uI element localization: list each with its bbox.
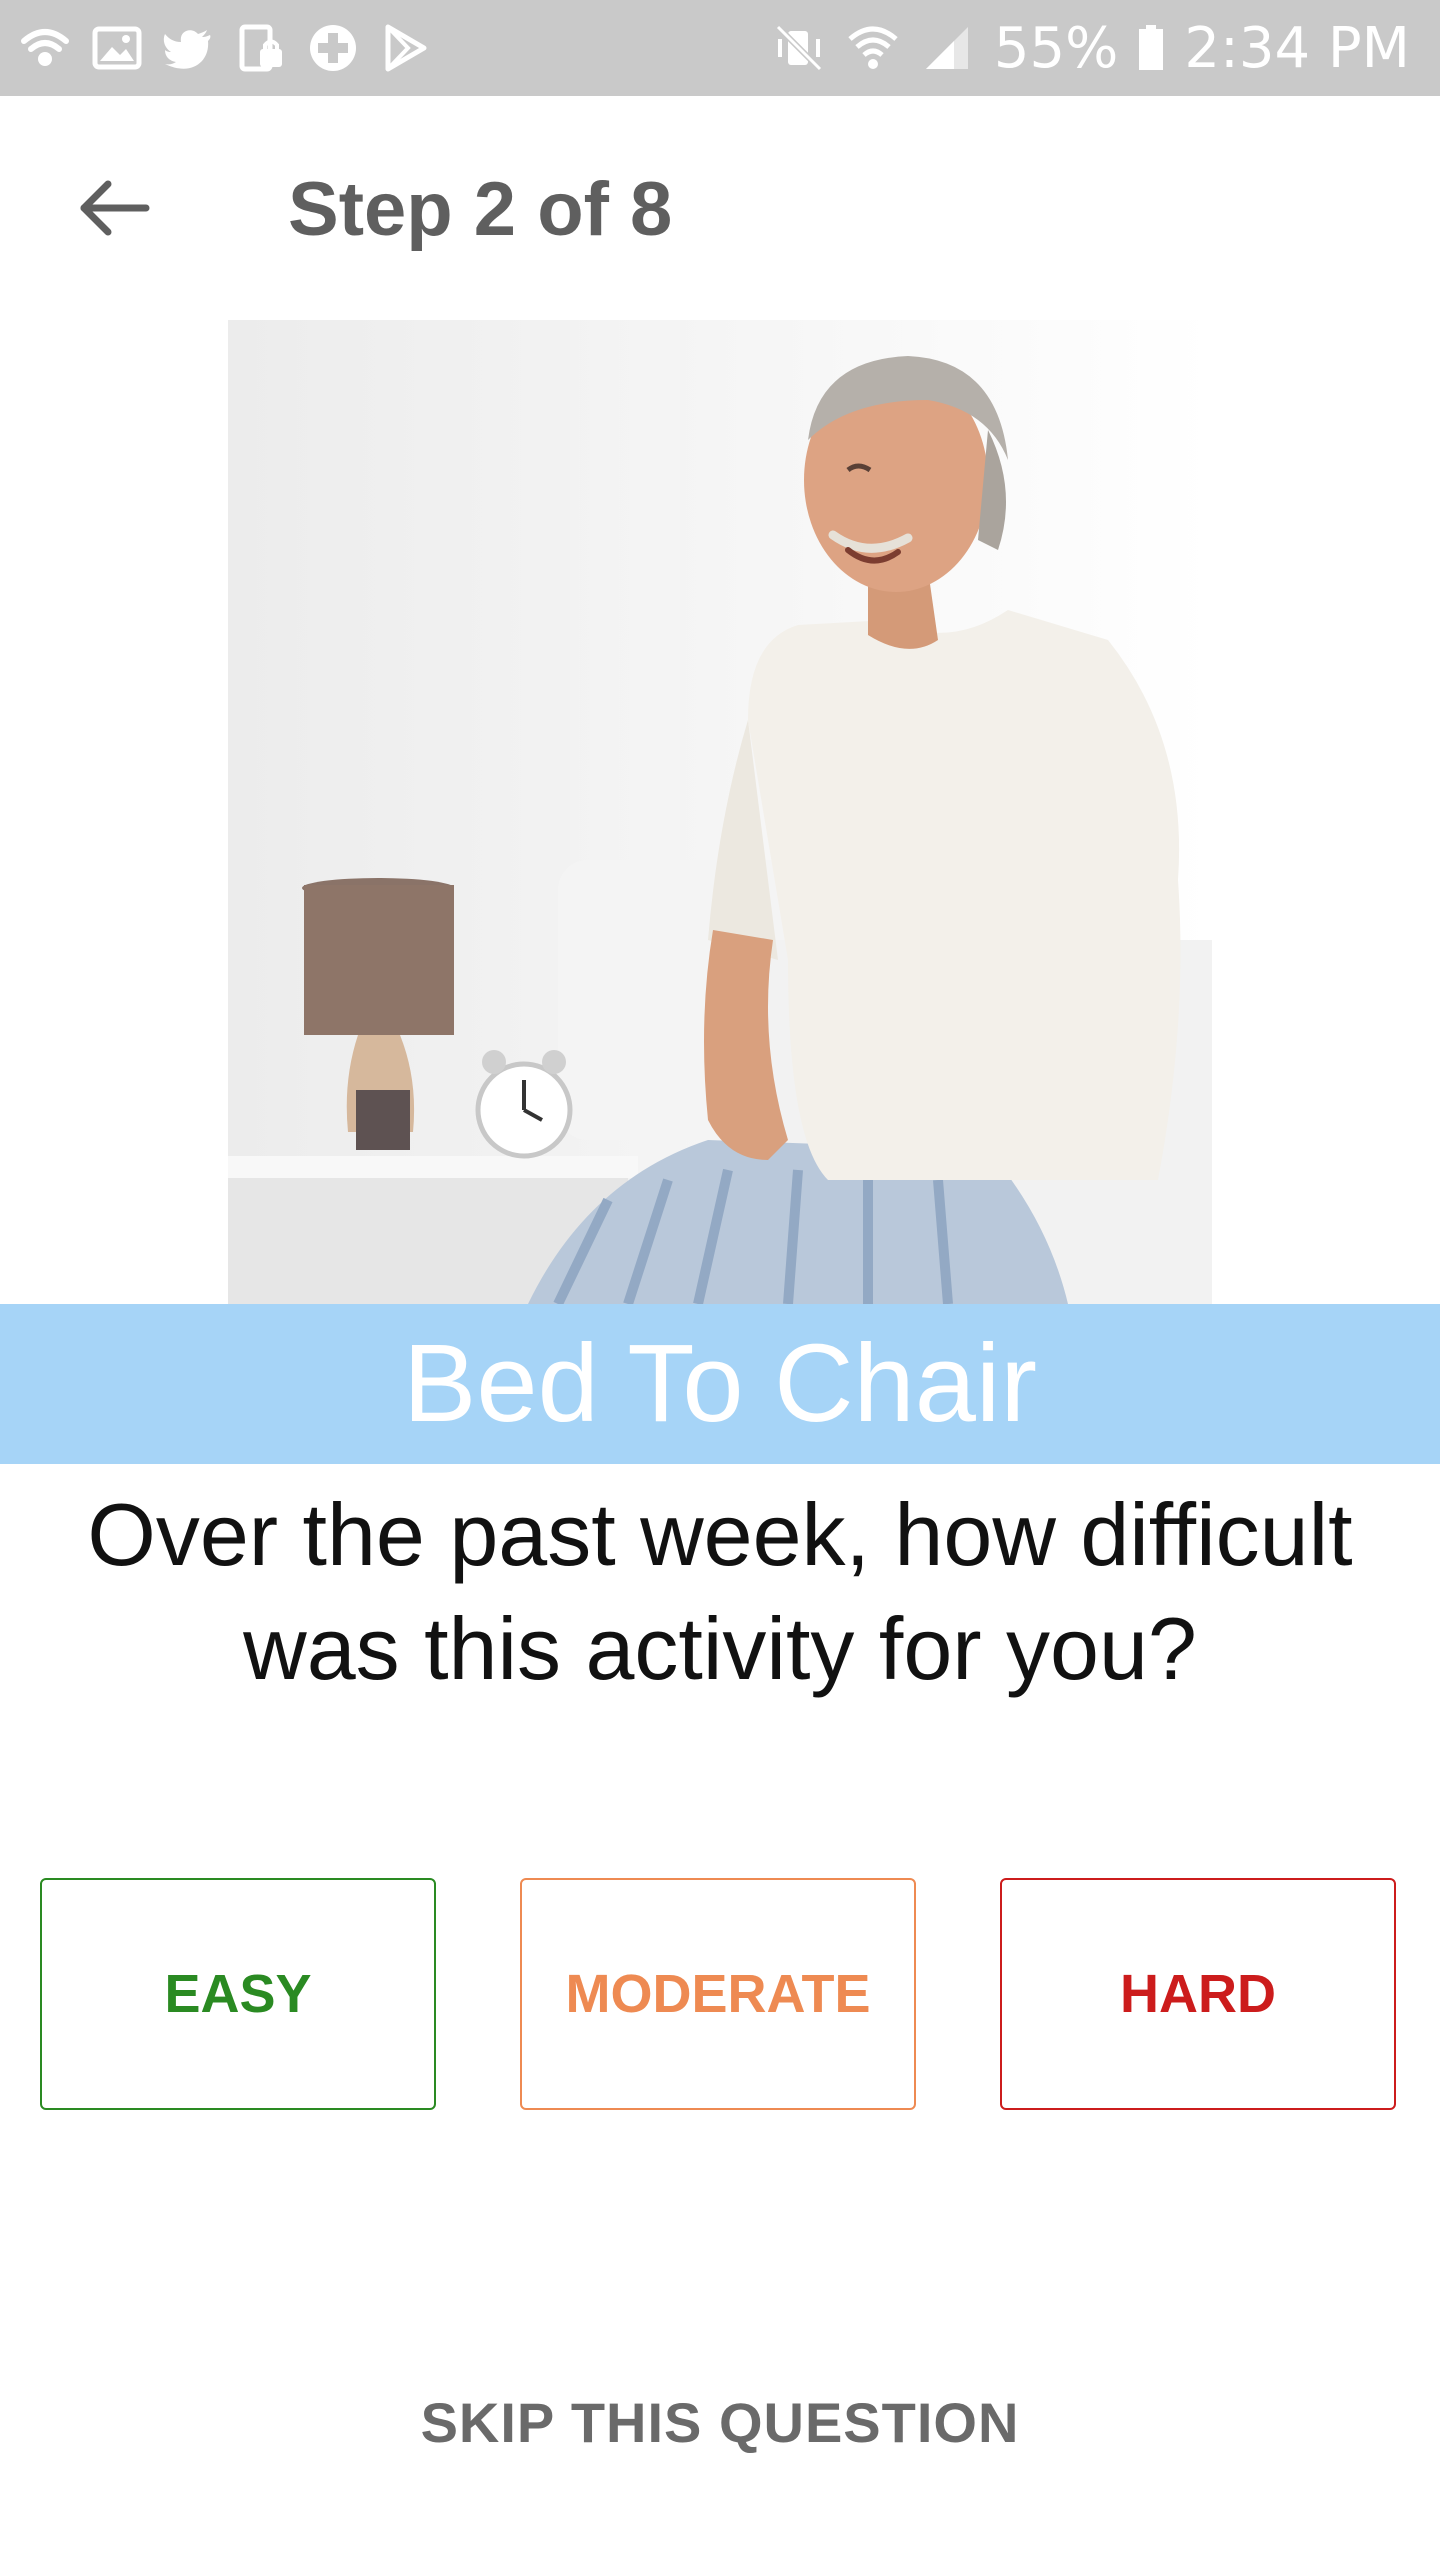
health-plus-icon xyxy=(306,21,360,75)
man-sitting-on-bed-photo xyxy=(228,320,1212,1304)
wifi-icon xyxy=(846,21,900,75)
battery-icon xyxy=(1138,25,1164,71)
vibrate-mute-icon xyxy=(772,21,826,75)
twitter-icon xyxy=(162,21,216,75)
easy-button-label: EASY xyxy=(164,1964,312,2024)
hard-button-label: HARD xyxy=(1120,1964,1276,2024)
gallery-icon xyxy=(90,21,144,75)
clock: 2:34 PM xyxy=(1184,15,1410,81)
skip-question-button[interactable]: SKIP THIS QUESTION xyxy=(0,2390,1440,2455)
back-button[interactable] xyxy=(60,156,164,260)
moderate-button[interactable]: MODERATE xyxy=(520,1878,916,2110)
phone-lock-icon xyxy=(234,21,288,75)
arrow-left-icon xyxy=(80,180,150,236)
moderate-button-label: MODERATE xyxy=(565,1964,871,2024)
question-text: Over the past week, how difficult was th… xyxy=(87,1485,1353,1698)
page-title: Step 2 of 8 xyxy=(288,167,673,252)
status-bar: 55% 2:34 PM xyxy=(0,0,1440,96)
toolbar: Step 2 of 8 xyxy=(0,96,1440,320)
hard-button[interactable]: HARD xyxy=(1000,1878,1396,2110)
activity-title-banner: Bed To Chair xyxy=(0,1304,1440,1464)
wifi-calling-icon xyxy=(18,21,72,75)
cell-signal-icon xyxy=(920,21,974,75)
system-indicators: 55% 2:34 PM xyxy=(772,14,1410,82)
battery-percent: 55% xyxy=(993,15,1119,81)
play-store-icon xyxy=(378,21,432,75)
easy-button[interactable]: EASY xyxy=(40,1878,436,2110)
notification-icons xyxy=(18,14,432,82)
activity-image xyxy=(228,320,1212,1304)
answer-options: EASY MODERATE HARD xyxy=(0,1878,1440,2114)
